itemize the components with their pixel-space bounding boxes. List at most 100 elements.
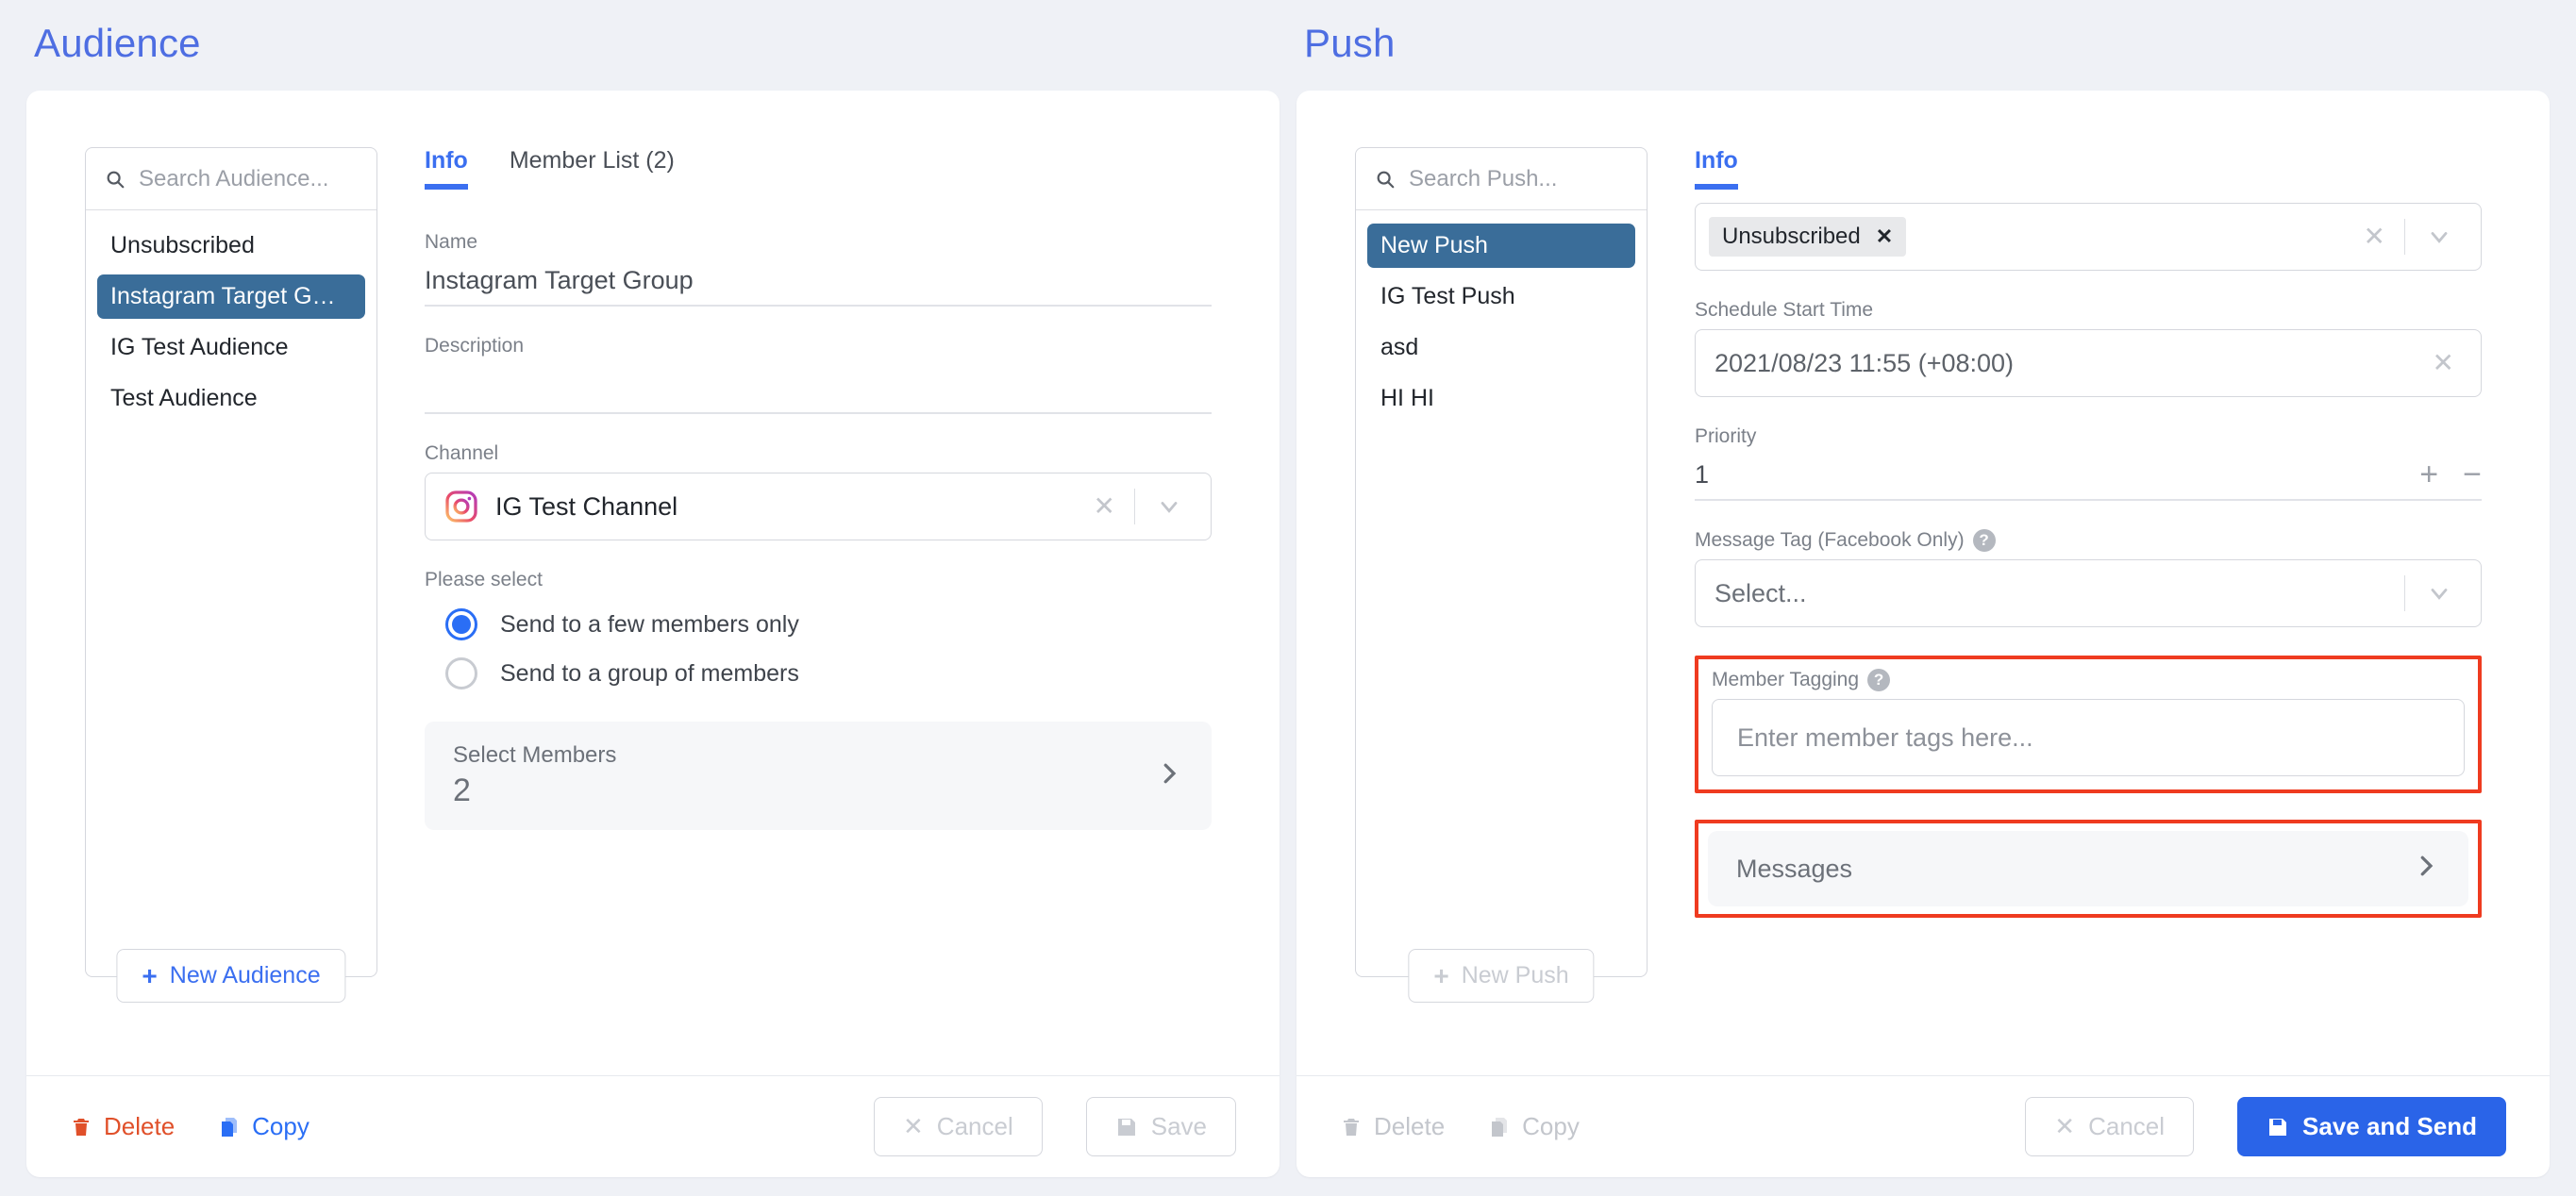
please-select-field: Please select Send to a few members only… xyxy=(425,569,1212,689)
audience-tag-field: Unsubscribed ✕ ✕ xyxy=(1695,203,2482,271)
push-list: New Push IG Test Push asd HI HI xyxy=(1356,210,1647,976)
channel-select[interactable]: IG Test Channel ✕ xyxy=(425,473,1212,540)
audience-tag-select[interactable]: Unsubscribed ✕ ✕ xyxy=(1695,203,2482,271)
push-list-column: Search Push... New Push IG Test Push asd… xyxy=(1296,147,1648,1075)
audience-search-row[interactable]: Search Audience... xyxy=(86,148,376,210)
message-tag-label: Message Tag (Facebook Only) ? xyxy=(1695,529,2482,552)
push-list-shell: Search Push... New Push IG Test Push asd… xyxy=(1355,147,1648,1003)
list-item[interactable]: IG Test Push xyxy=(1367,274,1635,319)
description-label: Description xyxy=(425,335,525,357)
help-icon[interactable]: ? xyxy=(1972,529,1996,552)
audience-chip-label: Unsubscribed xyxy=(1722,224,1861,249)
priority-input[interactable]: 1 + − xyxy=(1695,456,2482,501)
audience-search-input[interactable]: Search Audience... xyxy=(139,166,328,192)
messages-label: Messages xyxy=(1736,854,1853,883)
help-icon[interactable]: ? xyxy=(1867,669,1891,691)
delete-button[interactable]: Delete xyxy=(70,1112,175,1141)
cancel-label: Cancel xyxy=(936,1112,1013,1140)
list-item[interactable]: Instagram Target G… xyxy=(97,274,365,319)
new-audience-label: New Audience xyxy=(169,962,321,988)
save-button[interactable]: Save xyxy=(1085,1097,1236,1156)
new-audience-button[interactable]: + New Audience xyxy=(116,949,346,1003)
chevron-down-icon[interactable] xyxy=(2405,580,2473,606)
instagram-icon xyxy=(444,490,478,523)
increment-icon[interactable]: + xyxy=(2419,458,2438,490)
copy-icon xyxy=(222,1117,238,1137)
schedule-field: Schedule Start Time 2021/08/23 11:55 (+0… xyxy=(1695,299,2482,397)
plus-icon: + xyxy=(142,960,158,990)
radio-icon-checked xyxy=(445,608,477,640)
messages-row[interactable]: Messages xyxy=(1708,831,2468,906)
chevron-down-icon[interactable] xyxy=(1135,493,1203,520)
chevron-right-icon xyxy=(2412,852,2440,886)
push-tabs: Info xyxy=(1695,147,2482,190)
description-field: Description xyxy=(425,335,1212,414)
list-item[interactable]: Unsubscribed xyxy=(97,224,365,268)
audience-list: Unsubscribed Instagram Target G… IG Test… xyxy=(86,210,376,976)
save-icon xyxy=(2269,1118,2287,1136)
audience-chip[interactable]: Unsubscribed ✕ xyxy=(1709,217,1907,257)
new-push-button[interactable]: + New Push xyxy=(1408,949,1595,1003)
save-and-send-label: Save and Send xyxy=(2302,1112,2477,1140)
send-mode-radio-group: Send to a few members only Send to a gro… xyxy=(425,608,1212,689)
page-title-audience: Audience xyxy=(34,21,201,65)
message-tag-value: Select... xyxy=(1715,578,1807,607)
audience-list-column: Search Audience... Unsubscribed Instagra… xyxy=(26,147,377,1075)
copy-icon xyxy=(1492,1117,1508,1137)
audience-detail: Info Member List (2) Name Instagram Targ… xyxy=(377,147,1280,1075)
message-tag-label-text: Message Tag (Facebook Only) xyxy=(1695,529,1965,551)
tab-member-list[interactable]: Member List (2) xyxy=(510,147,675,190)
delete-button[interactable]: Delete xyxy=(1340,1112,1445,1141)
list-item[interactable]: Test Audience xyxy=(97,376,365,421)
list-item[interactable]: HI HI xyxy=(1367,376,1635,421)
save-and-send-button[interactable]: Save and Send xyxy=(2237,1097,2506,1156)
list-item[interactable]: IG Test Audience xyxy=(97,325,365,370)
message-tag-field: Message Tag (Facebook Only) ? Select... xyxy=(1695,529,2482,627)
cancel-button[interactable]: ✕ Cancel xyxy=(2025,1097,2195,1156)
trash-icon xyxy=(74,1118,89,1136)
chevron-down-icon[interactable] xyxy=(2405,224,2473,250)
push-detail: Info Unsubscribed ✕ ✕ Schedule Start Tim… xyxy=(1648,147,2550,1075)
trash-icon xyxy=(1344,1118,1359,1136)
schedule-input[interactable]: 2021/08/23 11:55 (+08:00) ✕ xyxy=(1695,329,2482,397)
search-icon xyxy=(105,169,125,190)
tab-info[interactable]: Info xyxy=(425,147,468,190)
copy-button[interactable]: Copy xyxy=(1488,1112,1580,1141)
name-field: Name Instagram Target Group xyxy=(425,231,1212,307)
audience-column: Audience Search Audience... Unsubscribed xyxy=(26,0,1280,1196)
delete-label: Delete xyxy=(1374,1112,1446,1140)
push-search-row[interactable]: Search Push... xyxy=(1356,148,1647,210)
radio-send-few-members[interactable]: Send to a few members only xyxy=(445,608,1212,640)
clear-icon[interactable]: ✕ xyxy=(2414,350,2473,376)
member-tagging-input[interactable]: Enter member tags here... xyxy=(1712,699,2465,776)
audience-card: Search Audience... Unsubscribed Instagra… xyxy=(26,91,1280,1177)
list-item[interactable]: New Push xyxy=(1367,224,1635,268)
decrement-icon[interactable]: − xyxy=(2463,458,2482,490)
description-input[interactable] xyxy=(425,365,1212,414)
delete-label: Delete xyxy=(104,1112,176,1140)
name-label: Name xyxy=(425,231,478,253)
list-item[interactable]: asd xyxy=(1367,325,1635,370)
copy-label: Copy xyxy=(252,1112,309,1140)
chip-remove-icon[interactable]: ✕ xyxy=(1876,224,1893,249)
copy-button[interactable]: Copy xyxy=(218,1112,309,1141)
search-icon xyxy=(1375,169,1396,190)
cancel-label: Cancel xyxy=(2088,1112,2166,1140)
select-members-row[interactable]: Select Members 2 xyxy=(425,722,1212,830)
radio-send-group-members[interactable]: Send to a group of members xyxy=(445,657,1212,689)
clear-icon[interactable]: ✕ xyxy=(1075,493,1134,520)
name-input[interactable]: Instagram Target Group xyxy=(425,261,1212,307)
member-tagging-label-text: Member Tagging xyxy=(1712,669,1860,690)
tab-info[interactable]: Info xyxy=(1695,147,1738,190)
audience-tabs: Info Member List (2) xyxy=(425,147,1212,190)
push-search-input[interactable]: Search Push... xyxy=(1409,166,1557,192)
cancel-button[interactable]: ✕ Cancel xyxy=(874,1097,1043,1156)
select-members-label: Select Members xyxy=(453,742,617,768)
chevron-right-icon xyxy=(1155,759,1183,793)
close-icon: ✕ xyxy=(2054,1112,2076,1140)
new-push-label: New Push xyxy=(1461,962,1569,988)
message-tag-select[interactable]: Select... xyxy=(1695,559,2482,627)
radio-label: Send to a group of members xyxy=(500,659,799,687)
push-card: Search Push... New Push IG Test Push asd… xyxy=(1296,91,2550,1177)
clear-icon[interactable]: ✕ xyxy=(2345,224,2404,250)
